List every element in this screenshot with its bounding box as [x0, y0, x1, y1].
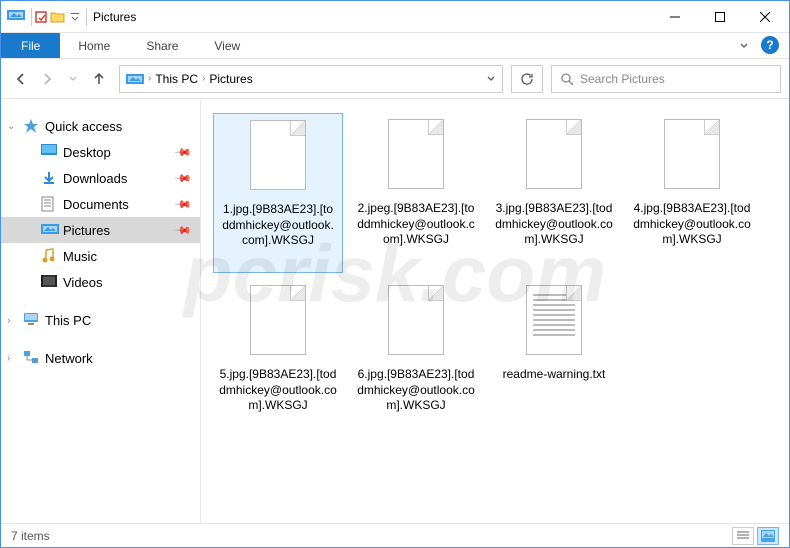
navigation-bar: › This PC › Pictures Search Pictures	[1, 59, 789, 99]
unknown-file-icon	[520, 119, 588, 197]
tab-share[interactable]: Share	[128, 33, 196, 58]
tab-view[interactable]: View	[196, 33, 258, 58]
music-icon	[41, 248, 57, 264]
chevron-right-icon[interactable]: ›	[148, 73, 151, 84]
window-title: Pictures	[93, 10, 652, 24]
forward-button[interactable]	[35, 67, 59, 91]
sidebar-network[interactable]: › Network	[1, 345, 200, 371]
file-item[interactable]: readme-warning.txt	[489, 279, 619, 439]
sidebar-label: Downloads	[63, 171, 127, 186]
computer-icon	[23, 312, 39, 328]
file-tab[interactable]: File	[1, 33, 60, 58]
pictures-folder-icon	[126, 72, 144, 86]
recent-dropdown-icon[interactable]	[61, 67, 85, 91]
maximize-button[interactable]	[697, 2, 742, 32]
unknown-file-icon	[244, 120, 312, 198]
file-name: 2.jpeg.[9B83AE23].[toddmhickey@outlook.c…	[355, 201, 477, 248]
file-name: 6.jpg.[9B83AE23].[toddmhickey@outlook.co…	[355, 367, 477, 414]
file-item[interactable]: 5.jpg.[9B83AE23].[toddmhickey@outlook.co…	[213, 279, 343, 439]
chevron-right-icon[interactable]: ›	[202, 73, 205, 84]
search-placeholder: Search Pictures	[580, 72, 665, 86]
chevron-down-icon[interactable]: ⌄	[7, 121, 15, 132]
help-icon[interactable]: ?	[761, 36, 779, 54]
file-item[interactable]: 1.jpg.[9B83AE23].[toddmhickey@outlook.co…	[213, 113, 343, 273]
back-button[interactable]	[9, 67, 33, 91]
pin-icon: 📌	[174, 143, 193, 162]
breadcrumb-item[interactable]: This PC	[155, 72, 198, 86]
qat-properties-icon[interactable]	[34, 10, 50, 24]
search-icon	[560, 72, 574, 86]
file-item[interactable]: 6.jpg.[9B83AE23].[toddmhickey@outlook.co…	[351, 279, 481, 439]
file-item[interactable]: 2.jpeg.[9B83AE23].[toddmhickey@outlook.c…	[351, 113, 481, 273]
desktop-icon	[41, 144, 57, 160]
file-name: 3.jpg.[9B83AE23].[toddmhickey@outlook.co…	[493, 201, 615, 248]
up-button[interactable]	[87, 67, 111, 91]
chevron-right-icon[interactable]: ›	[7, 353, 10, 364]
sidebar-item-music[interactable]: Music	[1, 243, 200, 269]
breadcrumb-item[interactable]: Pictures	[209, 72, 252, 86]
sidebar-label: Quick access	[45, 119, 122, 134]
file-name: readme-warning.txt	[501, 367, 608, 383]
status-count: 7 items	[11, 529, 50, 543]
breadcrumb[interactable]: › This PC › Pictures	[119, 65, 503, 93]
sidebar-label: Videos	[63, 275, 103, 290]
tab-home[interactable]: Home	[60, 33, 128, 58]
qat-newfolder-icon[interactable]	[50, 10, 66, 24]
separator	[31, 8, 32, 26]
pin-icon: 📌	[174, 169, 193, 188]
sidebar-this-pc[interactable]: › This PC	[1, 307, 200, 333]
file-grid[interactable]: 1.jpg.[9B83AE23].[toddmhickey@outlook.co…	[201, 99, 789, 523]
star-icon	[23, 118, 39, 134]
ribbon: File Home Share View ?	[1, 33, 789, 59]
app-icon	[7, 8, 25, 26]
file-item[interactable]: 4.jpg.[9B83AE23].[toddmhickey@outlook.co…	[627, 113, 757, 273]
separator	[86, 8, 87, 26]
sidebar-label: Desktop	[63, 145, 111, 160]
chevron-right-icon[interactable]: ›	[7, 315, 10, 326]
title-bar: Pictures	[1, 1, 789, 33]
unknown-file-icon	[658, 119, 726, 197]
file-item[interactable]: 3.jpg.[9B83AE23].[toddmhickey@outlook.co…	[489, 113, 619, 273]
sidebar-item-documents[interactable]: Documents 📌	[1, 191, 200, 217]
unknown-file-icon	[382, 285, 450, 363]
refresh-button[interactable]	[511, 65, 543, 93]
unknown-file-icon	[244, 285, 312, 363]
unknown-file-icon	[382, 119, 450, 197]
sidebar-item-pictures[interactable]: Pictures 📌	[1, 217, 200, 243]
status-bar: 7 items	[1, 523, 789, 547]
network-icon	[23, 350, 39, 366]
search-input[interactable]: Search Pictures	[551, 65, 781, 93]
thumbnails-view-button[interactable]	[757, 527, 779, 545]
sidebar-quick-access[interactable]: ⌄ Quick access	[1, 113, 200, 139]
ribbon-expand-icon[interactable]	[739, 41, 749, 51]
pictures-icon	[41, 222, 57, 238]
documents-icon	[41, 196, 57, 212]
close-button[interactable]	[742, 2, 787, 32]
downloads-icon	[41, 170, 57, 186]
sidebar-label: Documents	[63, 197, 129, 212]
sidebar-label: Network	[45, 351, 93, 366]
file-name: 4.jpg.[9B83AE23].[toddmhickey@outlook.co…	[631, 201, 753, 248]
videos-icon	[41, 274, 57, 290]
window-controls	[652, 2, 787, 32]
content-area: ⌄ Quick access Desktop 📌 Downloads 📌 Doc…	[1, 99, 789, 523]
pin-icon: 📌	[174, 221, 193, 240]
chevron-down-icon[interactable]	[486, 74, 496, 84]
sidebar-item-desktop[interactable]: Desktop 📌	[1, 139, 200, 165]
sidebar-item-downloads[interactable]: Downloads 📌	[1, 165, 200, 191]
sidebar: ⌄ Quick access Desktop 📌 Downloads 📌 Doc…	[1, 99, 201, 523]
sidebar-item-videos[interactable]: Videos	[1, 269, 200, 295]
text-file-icon	[520, 285, 588, 363]
qat-dropdown-icon[interactable]	[70, 12, 80, 22]
details-view-button[interactable]	[732, 527, 754, 545]
pin-icon: 📌	[174, 195, 193, 214]
file-name: 1.jpg.[9B83AE23].[toddmhickey@outlook.co…	[218, 202, 338, 249]
minimize-button[interactable]	[652, 2, 697, 32]
sidebar-label: Music	[63, 249, 97, 264]
file-name: 5.jpg.[9B83AE23].[toddmhickey@outlook.co…	[217, 367, 339, 414]
sidebar-label: This PC	[45, 313, 91, 328]
sidebar-label: Pictures	[63, 223, 110, 238]
